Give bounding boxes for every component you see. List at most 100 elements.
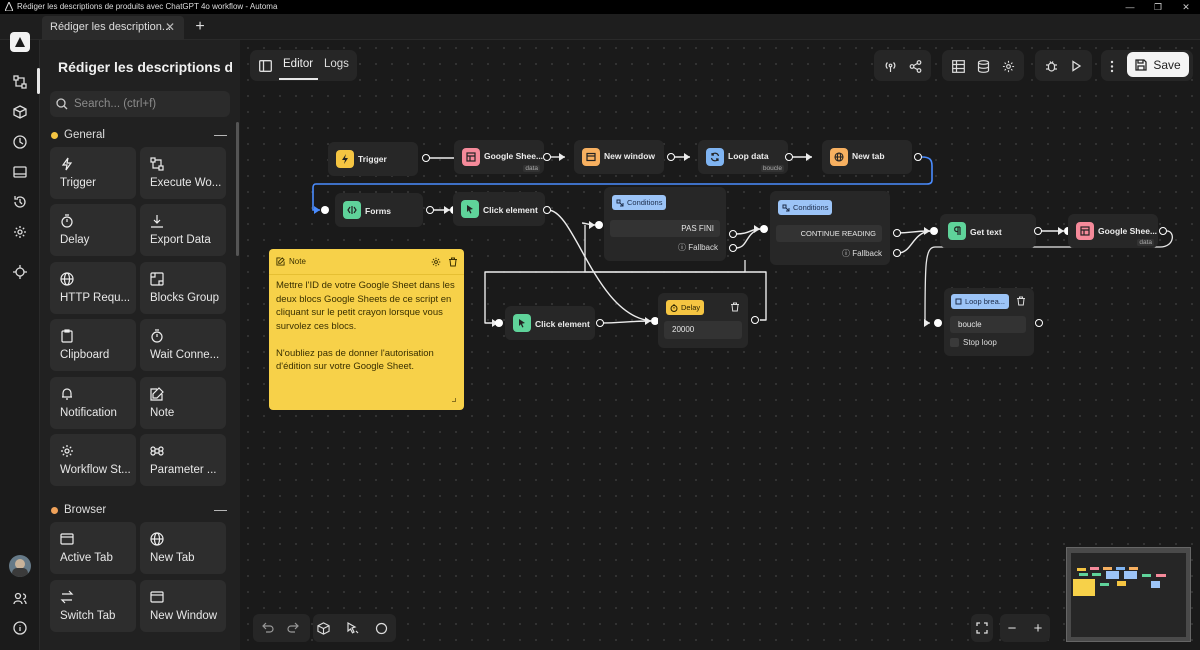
node-google-sheets-2[interactable]: Google Shee... data [1068, 214, 1158, 248]
auto-align-icon[interactable] [342, 618, 362, 638]
block-label: Export Data [150, 234, 211, 246]
delete-icon[interactable] [730, 302, 742, 314]
output-port[interactable] [426, 206, 434, 214]
input-port[interactable] [495, 319, 503, 327]
search-blocks-icon[interactable] [371, 618, 391, 638]
loop-id-value[interactable]: boucle [950, 316, 1026, 333]
minimize-button[interactable]: — [1116, 0, 1144, 14]
note-card[interactable]: Note Mettre l'ID de votre Google Sheet d… [269, 249, 464, 410]
block-new-window[interactable]: New Window [140, 580, 226, 632]
node-loop-data[interactable]: Loop data boucle [698, 140, 788, 174]
output-port-path[interactable] [893, 229, 901, 237]
block-note[interactable]: Note [140, 377, 226, 429]
delay-value[interactable]: 20000 [664, 321, 742, 339]
input-port[interactable] [321, 206, 329, 214]
minimap[interactable] [1066, 547, 1191, 642]
block-http-request[interactable]: HTTP Requ... [50, 262, 136, 314]
block-blocks-group[interactable]: Blocks Group [140, 262, 226, 314]
storage-icon[interactable] [8, 160, 32, 184]
search-input[interactable]: Search... (ctrl+f) [50, 91, 230, 117]
resize-handle[interactable] [452, 398, 456, 402]
automa-logo-icon[interactable] [10, 32, 30, 52]
node-conditions-2[interactable]: Conditions CONTINUE READING ⓘ Fallback [770, 191, 890, 265]
redo-icon[interactable] [283, 618, 303, 638]
input-port[interactable] [760, 225, 768, 233]
schedule-icon[interactable] [8, 130, 32, 154]
output-port[interactable] [914, 153, 922, 161]
undo-icon[interactable] [257, 618, 277, 638]
settings-icon[interactable] [8, 220, 32, 244]
node-forms[interactable]: Forms [335, 193, 423, 227]
checkbox[interactable] [950, 338, 959, 347]
output-port[interactable] [596, 319, 604, 327]
avatar[interactable] [9, 555, 31, 577]
output-port[interactable] [543, 206, 551, 214]
output-port[interactable] [785, 153, 793, 161]
close-window-button[interactable]: ✕ [1172, 0, 1200, 14]
block-export-data[interactable]: Export Data [140, 204, 226, 256]
node-get-text[interactable]: Get text [940, 214, 1036, 248]
package-icon[interactable] [313, 618, 333, 638]
collapse-icon[interactable]: — [214, 503, 227, 517]
edge-cond2-fallback [897, 230, 931, 254]
packages-icon[interactable] [8, 100, 32, 124]
node-click-element[interactable]: Click element [453, 192, 545, 226]
note-header: Note [269, 249, 464, 275]
output-port[interactable] [1035, 319, 1043, 327]
close-tab-icon[interactable]: ✕ [165, 16, 175, 39]
block-wait-connections[interactable]: Wait Conne... [140, 319, 226, 371]
block-clipboard[interactable]: Clipboard [50, 319, 136, 371]
delete-icon[interactable] [1016, 296, 1028, 308]
node-google-sheets[interactable]: Google Shee... data [454, 140, 544, 174]
output-port[interactable] [543, 153, 551, 161]
workflow-title[interactable]: Rédiger les descriptions de... [52, 57, 232, 77]
community-users-icon[interactable] [8, 587, 32, 611]
block-execute-workflow[interactable]: Execute Wo... [140, 147, 226, 199]
recording-target-icon[interactable] [8, 260, 32, 284]
node-trigger[interactable]: Trigger [328, 142, 418, 176]
node-click-element-2[interactable]: Click element [505, 306, 595, 340]
output-port[interactable] [1159, 227, 1167, 235]
new-tab-button[interactable]: + [192, 18, 208, 36]
node-label: Get text [970, 227, 1002, 237]
sidebar-scrollbar[interactable] [236, 122, 239, 256]
node-new-tab[interactable]: New tab [822, 140, 912, 174]
workflow-canvas[interactable]: Editor Logs Save Trigger Google Shee... … [240, 40, 1200, 650]
zoom-out-icon[interactable]: − [1002, 618, 1022, 638]
info-icon[interactable] [8, 616, 32, 640]
output-port[interactable] [1034, 227, 1042, 235]
node-new-window[interactable]: New window [574, 140, 664, 174]
maximize-button[interactable]: ❐ [1144, 0, 1172, 14]
logs-history-icon[interactable] [8, 190, 32, 214]
stop-loop-checkbox[interactable]: Stop loop [950, 338, 997, 347]
minimap-viewport [1071, 553, 1186, 637]
workflows-icon[interactable] [8, 70, 32, 94]
category-general[interactable]: General — [51, 128, 227, 142]
tab-workflow[interactable]: Rédiger les description... ✕ [42, 16, 184, 40]
zoom-in-icon[interactable]: + [1028, 618, 1048, 638]
node-conditions-1[interactable]: Conditions PAS FINI ⓘ Fallback [604, 187, 726, 261]
block-new-tab[interactable]: New Tab [140, 522, 226, 574]
fit-view-icon[interactable] [972, 618, 992, 638]
block-switch-tab[interactable]: Switch Tab [50, 580, 136, 632]
output-port[interactable] [667, 153, 675, 161]
block-workflow-state[interactable]: Workflow St... [50, 434, 136, 486]
output-port-fallback[interactable] [729, 244, 737, 252]
block-notification[interactable]: Notification [50, 377, 136, 429]
note-text[interactable]: Mettre l'ID de votre Google Sheet dans l… [276, 279, 459, 374]
input-port[interactable] [595, 221, 603, 229]
output-port[interactable] [751, 316, 759, 324]
block-delay[interactable]: Delay [50, 204, 136, 256]
node-delay[interactable]: Delay 20000 [658, 293, 748, 348]
block-parameter-prompt[interactable]: Parameter ... [140, 434, 226, 486]
output-port-fallback[interactable] [893, 249, 901, 257]
category-browser[interactable]: Browser — [51, 503, 227, 517]
block-trigger[interactable]: Trigger [50, 147, 136, 199]
output-port-path[interactable] [729, 230, 737, 238]
input-port[interactable] [930, 227, 938, 235]
output-port[interactable] [422, 154, 430, 162]
block-active-tab[interactable]: Active Tab [50, 522, 136, 574]
node-loop-breakpoint[interactable]: Loop brea... boucle Stop loop [944, 288, 1034, 356]
input-port[interactable] [934, 319, 942, 327]
collapse-icon[interactable]: — [214, 128, 227, 142]
